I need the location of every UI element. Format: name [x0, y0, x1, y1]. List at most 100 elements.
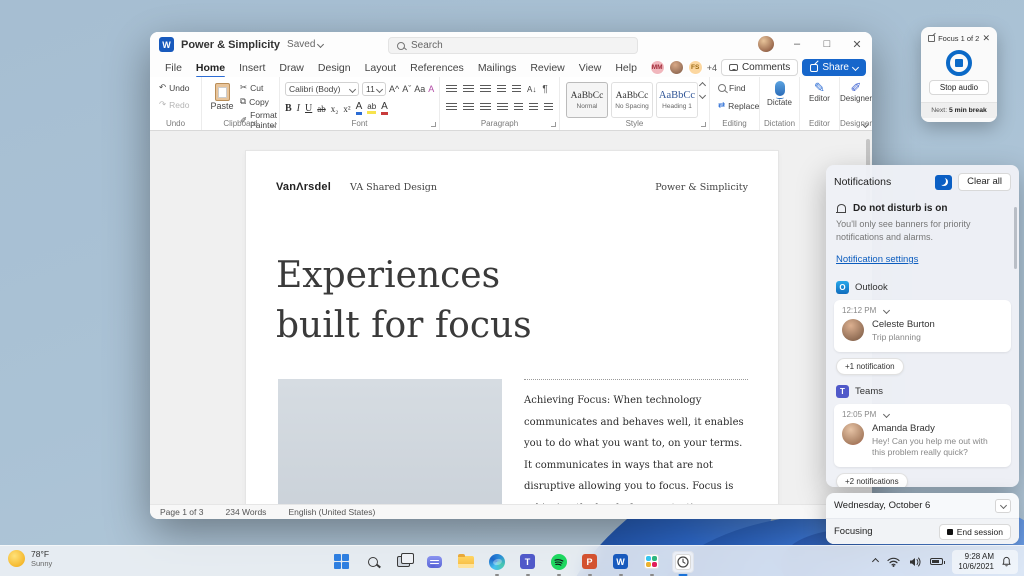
battery-icon[interactable] [930, 558, 946, 565]
grow-font-button[interactable]: A^ [389, 84, 399, 94]
clear-formatting-button[interactable]: A [428, 84, 434, 94]
dialog-launcher-icon[interactable] [271, 122, 276, 127]
align-center-button[interactable] [463, 103, 474, 112]
share-button[interactable]: Share [802, 59, 866, 76]
menu-tab-home[interactable]: Home [189, 60, 232, 78]
wifi-icon[interactable] [887, 557, 901, 567]
pilcrow-button[interactable]: ¶ [542, 84, 547, 95]
collaborator-avatar-mm[interactable]: MM [649, 60, 665, 75]
collaborator-avatar-photo[interactable] [668, 60, 684, 75]
style-normal[interactable]: AaBbCc Normal [566, 82, 608, 118]
menu-tab-mailings[interactable]: Mailings [471, 60, 524, 76]
menu-tab-help[interactable]: Help [608, 60, 644, 76]
italic-button[interactable]: I [297, 103, 300, 114]
clear-all-button[interactable]: Clear all [958, 173, 1011, 191]
sort-button[interactable]: A↓ [527, 85, 536, 94]
section-header-outlook[interactable]: O Outlook [826, 275, 1019, 300]
collaborator-avatar-fs[interactable]: FS [687, 60, 703, 75]
align-right-button[interactable] [480, 103, 491, 112]
dictate-button[interactable]: Dictate [760, 81, 799, 107]
collaborators-more[interactable]: +4 [707, 63, 717, 73]
document-page[interactable]: VanΛrsdel VA Shared Design Power & Simpl… [246, 151, 778, 504]
menu-tab-layout[interactable]: Layout [358, 60, 404, 76]
bold-button[interactable]: B [285, 103, 292, 114]
style-gallery-down-icon[interactable] [698, 91, 707, 100]
expand-calendar-button[interactable] [995, 498, 1011, 513]
style-heading-1[interactable]: AaBbCc Heading 1 [656, 82, 698, 118]
chevron-down-icon[interactable] [883, 410, 891, 418]
menu-tab-references[interactable]: References [403, 60, 471, 76]
save-status[interactable]: Saved [287, 39, 325, 50]
close-icon[interactable]: ✕ [982, 33, 990, 44]
numbering-button[interactable] [463, 85, 474, 94]
language-status[interactable]: English (United States) [288, 507, 375, 517]
expand-icon[interactable] [928, 35, 935, 42]
change-case-button[interactable]: Aa [414, 84, 425, 94]
notification-settings-link[interactable]: Notification settings [836, 254, 918, 265]
menu-tab-design[interactable]: Design [311, 60, 358, 76]
edge-button[interactable] [486, 551, 508, 576]
menu-tab-insert[interactable]: Insert [232, 60, 272, 76]
maximize-button[interactable]: □ [820, 38, 834, 50]
tray-overflow-chevron-icon[interactable] [872, 557, 880, 566]
menu-tab-draw[interactable]: Draw [272, 60, 311, 76]
strikethrough-button[interactable]: ab [317, 104, 326, 114]
shading-button[interactable] [529, 103, 538, 112]
taskbar-search-button[interactable] [362, 551, 384, 573]
tray-clock[interactable]: 9:28 AM 10/6/2021 [952, 549, 1018, 574]
font-color-button[interactable]: A [381, 102, 388, 115]
copy-button[interactable]: ⧉ Copy [238, 95, 279, 108]
paste-button[interactable]: Paste [209, 83, 235, 111]
file-explorer-button[interactable] [455, 551, 477, 573]
dialog-launcher-icon[interactable] [701, 122, 706, 127]
search-input[interactable]: Search [388, 37, 638, 54]
focus-stop-ring-button[interactable] [946, 50, 972, 76]
cut-button[interactable]: ✂ Cut [238, 81, 279, 94]
borders-button[interactable] [544, 103, 553, 112]
powerpoint-button[interactable]: P [579, 551, 601, 576]
dialog-launcher-icon[interactable] [431, 122, 436, 127]
superscript-button[interactable]: x² [343, 104, 350, 114]
decrease-indent-button[interactable] [497, 85, 506, 94]
section-header-teams[interactable]: T Teams [826, 379, 1019, 404]
font-size-select[interactable]: 11 [362, 82, 386, 96]
end-session-button[interactable]: End session [938, 523, 1011, 540]
style-gallery-up-icon[interactable] [698, 81, 707, 90]
redo-button[interactable]: ↷ Redo [157, 98, 201, 111]
notification-card-outlook[interactable]: 12:12 PM Celeste Burton Trip planning [834, 300, 1011, 352]
subscript-button[interactable]: x₂ [331, 104, 339, 114]
find-button[interactable]: Find [716, 82, 759, 94]
dialog-launcher-icon[interactable] [551, 122, 556, 127]
word-count[interactable]: 234 Words [225, 507, 266, 517]
replace-button[interactable]: ⇄ Replace [716, 99, 759, 112]
teams-button[interactable]: T [517, 551, 539, 576]
menu-tab-review[interactable]: Review [523, 60, 571, 76]
spotify-button[interactable] [548, 551, 570, 576]
justify-button[interactable] [497, 103, 508, 112]
start-button[interactable] [331, 551, 353, 573]
menu-tab-view[interactable]: View [572, 60, 609, 76]
underline-button[interactable]: U [305, 103, 312, 114]
align-left-button[interactable] [446, 103, 457, 112]
chat-button[interactable] [424, 551, 446, 573]
line-spacing-button[interactable] [514, 103, 523, 112]
minimize-button[interactable]: – [790, 38, 804, 50]
clock-app-button[interactable] [671, 550, 694, 576]
text-effects-button[interactable]: A [355, 102, 363, 115]
word-button[interactable]: W [610, 551, 632, 576]
chevron-down-icon[interactable] [883, 306, 891, 315]
slack-button[interactable] [641, 551, 663, 576]
multilevel-list-button[interactable] [480, 85, 491, 94]
designer-button[interactable]: ✐ Designer [840, 81, 872, 103]
font-name-select[interactable]: Calibri (Body) [285, 82, 359, 96]
menu-tab-file[interactable]: File [158, 60, 189, 76]
volume-icon[interactable] [909, 557, 921, 567]
undo-button[interactable]: ↶ Undo [157, 81, 201, 94]
notification-card-teams[interactable]: 12:05 PM Amanda Brady Hey! Can you help … [834, 403, 1011, 467]
task-view-button[interactable] [393, 551, 415, 573]
user-avatar[interactable] [758, 36, 774, 52]
bullets-button[interactable] [446, 85, 457, 94]
editor-button[interactable]: ✎ Editor [800, 81, 839, 103]
shrink-font-button[interactable]: Aˇ [402, 84, 411, 94]
comments-button[interactable]: Comments [720, 59, 799, 76]
